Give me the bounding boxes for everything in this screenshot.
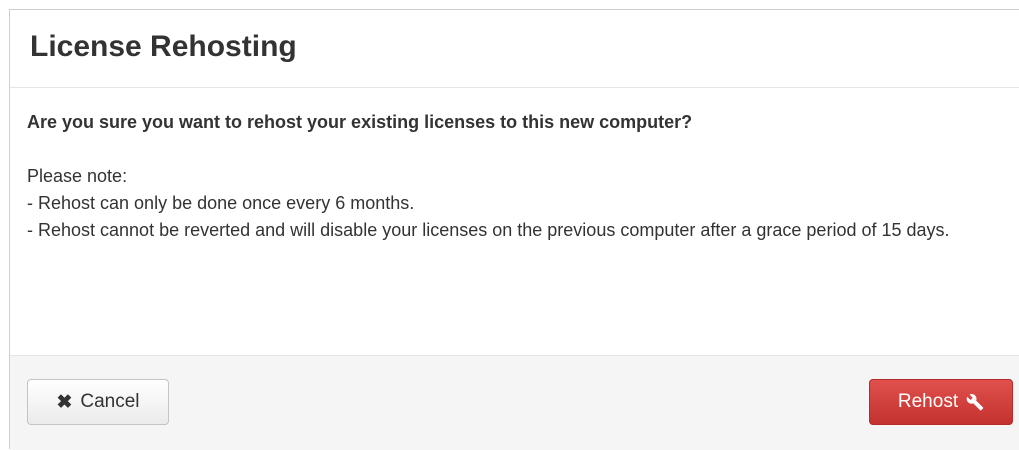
rehost-button-label: Rehost bbox=[897, 391, 959, 412]
cancel-button-label: Cancel bbox=[80, 391, 140, 412]
license-rehosting-dialog: License Rehosting Are you sure you want … bbox=[9, 9, 1019, 450]
cancel-button[interactable]: ✖ Cancel bbox=[27, 379, 169, 425]
note-heading: Please note: bbox=[27, 166, 128, 186]
times-icon: ✖ bbox=[56, 391, 73, 413]
note-item: - Rehost can only be done once every 6 m… bbox=[27, 193, 415, 213]
modal-body: Are you sure you want to rehost your exi… bbox=[10, 88, 1019, 354]
note-item: - Rehost cannot be reverted and will dis… bbox=[27, 220, 950, 240]
note-section: Please note: - Rehost can only be done o… bbox=[27, 163, 1019, 244]
modal-title: License Rehosting bbox=[30, 30, 297, 63]
wrench-icon bbox=[966, 393, 984, 411]
rehost-button[interactable]: Rehost bbox=[869, 379, 1013, 425]
confirmation-question: Are you sure you want to rehost your exi… bbox=[27, 112, 693, 132]
modal-header: License Rehosting bbox=[10, 10, 1019, 88]
modal-footer: ✖ Cancel Rehost bbox=[10, 355, 1019, 450]
